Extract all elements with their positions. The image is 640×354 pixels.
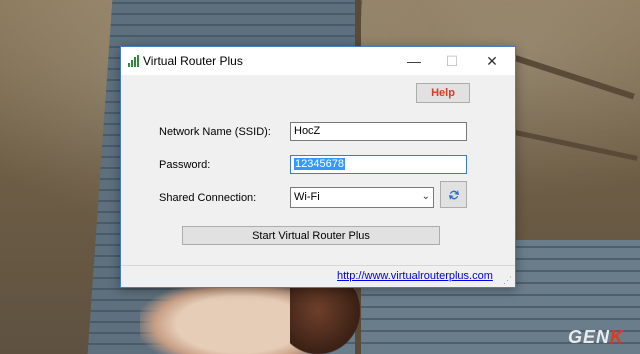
ssid-input[interactable]: HocZ xyxy=(290,122,467,141)
signal-bars-icon xyxy=(128,55,139,67)
watermark-suffix: K xyxy=(610,327,625,347)
resize-grip-icon[interactable]: ⋰ xyxy=(503,275,512,286)
shared-connection-label: Shared Connection: xyxy=(159,192,257,204)
refresh-icon xyxy=(448,189,459,200)
ssid-label: Network Name (SSID): xyxy=(159,126,271,138)
title-bar[interactable]: Virtual Router Plus — ☐ ✕ xyxy=(121,47,515,75)
window-client-area: Help Network Name (SSID): HocZ Password:… xyxy=(121,75,515,287)
wallpaper-rail xyxy=(514,130,638,161)
ssid-value: HocZ xyxy=(294,125,321,137)
shared-connection-value: Wi-Fi xyxy=(294,191,320,203)
window-title: Virtual Router Plus xyxy=(143,54,243,68)
status-bar: http://www.virtualrouterplus.com ⋰ xyxy=(121,265,515,288)
shared-connection-dropdown[interactable]: Wi-Fi ⌄ xyxy=(290,187,434,208)
password-input[interactable]: 12345678 xyxy=(290,155,467,174)
refresh-button[interactable] xyxy=(440,181,467,208)
wallpaper-rail xyxy=(514,55,635,100)
chevron-down-icon: ⌄ xyxy=(421,191,430,202)
password-label: Password: xyxy=(159,159,211,171)
genk-watermark: GENK xyxy=(568,327,624,348)
password-value: 12345678 xyxy=(294,158,345,170)
watermark-prefix: GEN xyxy=(568,327,611,347)
help-button[interactable]: Help xyxy=(416,83,470,103)
start-router-button[interactable]: Start Virtual Router Plus xyxy=(182,226,440,245)
close-button[interactable]: ✕ xyxy=(473,47,511,75)
website-link[interactable]: http://www.virtualrouterplus.com xyxy=(337,270,493,282)
wallpaper-hair xyxy=(290,282,360,354)
minimize-button[interactable]: — xyxy=(395,47,433,75)
app-window: Virtual Router Plus — ☐ ✕ Help Network N… xyxy=(120,46,516,288)
maximize-button[interactable]: ☐ xyxy=(433,47,471,75)
